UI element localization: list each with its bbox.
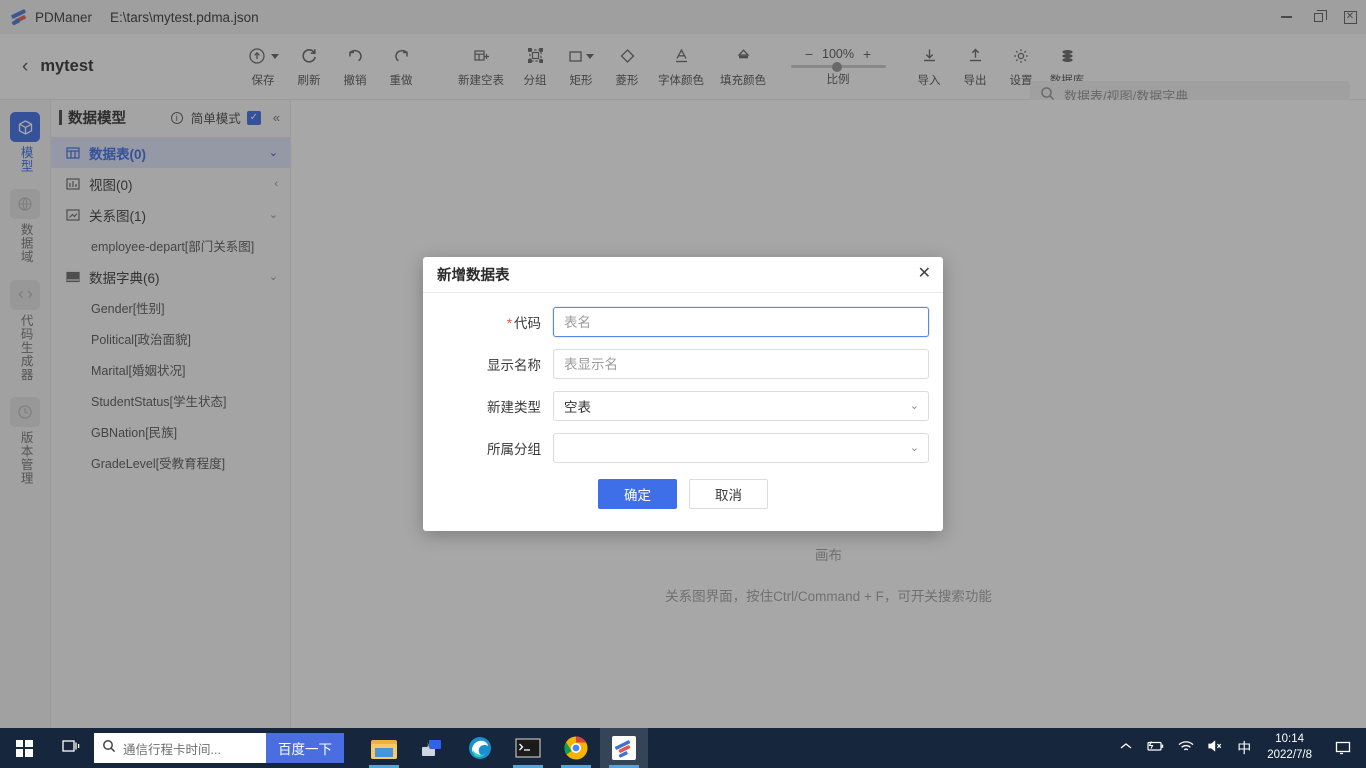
required-asterisk: * (506, 316, 512, 331)
ime-indicator[interactable]: 中 (1237, 738, 1251, 758)
windows-start-icon (15, 739, 33, 757)
task-view-icon (61, 737, 81, 760)
field-label-new-type: 新建类型 (487, 400, 541, 415)
field-row-code: * 代码 (437, 307, 929, 337)
windows-taskbar: 通信行程卡时间... 百度一下 中 10:14 2022/7/8 (0, 728, 1366, 768)
edge-browser-icon[interactable] (456, 728, 504, 768)
baidu-search-button[interactable]: 百度一下 (266, 733, 344, 763)
taskbar-search[interactable]: 通信行程卡时间... (94, 733, 266, 763)
confirm-button[interactable]: 确定 (598, 479, 677, 509)
field-row-group: 所属分组 ⌄ (437, 433, 929, 463)
chevron-down-icon[interactable]: ⌄ (910, 401, 919, 412)
chevron-down-icon[interactable]: ⌄ (910, 443, 919, 454)
chrome-browser-icon[interactable] (552, 728, 600, 768)
dialog-header: 新增数据表 ✕ (423, 257, 943, 293)
dialog-title: 新增数据表 (437, 268, 510, 284)
group-select[interactable] (553, 433, 929, 463)
code-input[interactable] (553, 307, 929, 337)
field-label-group: 所属分组 (487, 442, 541, 457)
dialog-body: *代码 显示名称 新建类型 空表 ⌄ 所属分组 ⌄ (423, 293, 943, 531)
field-row-display-name: 显示名称 (437, 349, 929, 379)
chevron-up-icon[interactable] (1119, 739, 1133, 757)
volume-muted-icon[interactable] (1207, 739, 1225, 758)
new-type-select[interactable]: 空表 (553, 391, 929, 421)
taskbar-apps (360, 728, 648, 768)
close-icon[interactable]: ✕ (918, 266, 931, 282)
field-label-display-name: 显示名称 (487, 358, 541, 373)
display-name-input[interactable] (553, 349, 929, 379)
clock-time: 10:14 (1275, 733, 1304, 746)
system-tray: 中 10:14 2022/7/8 (1119, 732, 1366, 763)
notification-icon[interactable] (1328, 740, 1358, 756)
field-label-code: * 代码 (506, 316, 541, 331)
file-explorer-icon[interactable] (360, 728, 408, 768)
field-row-new-type: 新建类型 空表 ⌄ (437, 391, 929, 421)
battery-charging-icon[interactable] (1145, 739, 1165, 758)
start-button[interactable] (0, 728, 48, 768)
task-view-button[interactable] (48, 728, 94, 768)
wifi-icon[interactable] (1177, 739, 1195, 758)
taskbar-search-text: 通信行程卡时间... (123, 742, 221, 757)
cancel-button[interactable]: 取消 (689, 479, 768, 509)
new-table-dialog: 新增数据表 ✕ *代码 显示名称 新建类型 空表 ⌄ 所属分组 (423, 257, 943, 531)
command-prompt-icon[interactable] (504, 728, 552, 768)
search-icon (102, 739, 116, 758)
clock[interactable]: 10:14 2022/7/8 (1263, 732, 1316, 763)
clock-date: 2022/7/8 (1267, 749, 1312, 761)
pdmaner-app-icon[interactable] (600, 728, 648, 768)
dialog-buttons: 确定 取消 (437, 475, 929, 521)
remote-desktop-icon[interactable] (408, 728, 456, 768)
